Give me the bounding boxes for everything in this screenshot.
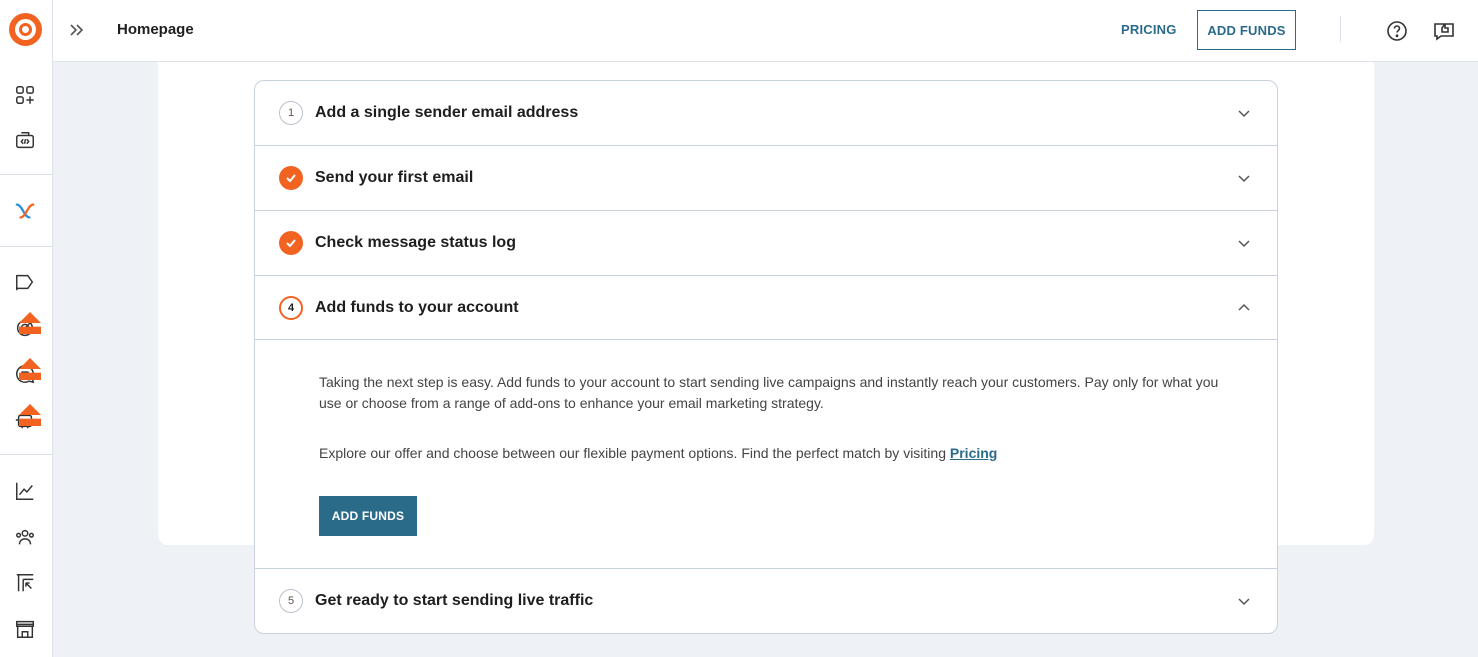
upgrade-badge-icon bbox=[19, 358, 41, 380]
help-icon[interactable] bbox=[1385, 19, 1409, 43]
step-body: Taking the next step is easy. Add funds … bbox=[255, 340, 1277, 568]
sidebar bbox=[0, 0, 53, 657]
sidebar-divider bbox=[0, 246, 53, 247]
chevron-up-icon[interactable] bbox=[1237, 301, 1251, 315]
logo-icon[interactable] bbox=[9, 13, 42, 46]
top-header: Homepage PRICING ADD FUNDS bbox=[53, 0, 1478, 62]
check-complete-icon bbox=[279, 166, 303, 190]
campaign-flag-icon[interactable] bbox=[13, 270, 37, 294]
step-title: Get ready to start sending live traffic bbox=[315, 592, 594, 609]
apps-add-icon[interactable] bbox=[13, 83, 37, 107]
page-title: Homepage bbox=[117, 21, 194, 38]
upgrade-badge-icon bbox=[19, 404, 41, 426]
step-title: Send your first email bbox=[315, 169, 474, 186]
sidebar-divider bbox=[0, 174, 53, 175]
step-number: 5 bbox=[279, 589, 303, 613]
chevron-down-icon[interactable] bbox=[1237, 171, 1251, 185]
add-funds-button[interactable]: ADD FUNDS bbox=[319, 496, 417, 536]
step-header[interactable]: Check message status log bbox=[255, 211, 1277, 275]
sidebar-divider bbox=[0, 454, 53, 455]
step-title: Check message status log bbox=[315, 234, 516, 251]
step-item-expanded: 4 Add funds to your account Taking the n… bbox=[255, 276, 1277, 569]
step-number: 4 bbox=[279, 296, 303, 320]
step-title: Add funds to your account bbox=[315, 299, 519, 316]
step-header[interactable]: 4 Add funds to your account bbox=[255, 276, 1277, 340]
step-number: 1 bbox=[279, 101, 303, 125]
chat-icon[interactable] bbox=[13, 358, 41, 386]
header-divider bbox=[1340, 16, 1341, 42]
step-item: 1 Add a single sender email address bbox=[255, 81, 1277, 146]
step-description: Taking the next step is easy. Add funds … bbox=[319, 374, 1219, 411]
onboarding-steps-accordion: 1 Add a single sender email address Send… bbox=[254, 80, 1278, 634]
pricing-link[interactable]: PRICING bbox=[1121, 22, 1177, 37]
connect-x-icon[interactable] bbox=[13, 199, 37, 223]
add-funds-header-button[interactable]: ADD FUNDS bbox=[1197, 10, 1296, 50]
chevron-down-icon[interactable] bbox=[1237, 236, 1251, 250]
step-item: 5 Get ready to start sending live traffi… bbox=[255, 569, 1277, 633]
robot-icon[interactable] bbox=[13, 404, 41, 432]
pricing-prompt-text: Explore our offer and choose between our… bbox=[319, 445, 946, 461]
analytics-chart-icon[interactable] bbox=[13, 479, 37, 503]
store-icon[interactable] bbox=[13, 617, 37, 641]
step-item: Send your first email bbox=[255, 146, 1277, 211]
api-code-icon[interactable] bbox=[13, 129, 37, 153]
step-header[interactable]: 1 Add a single sender email address bbox=[255, 81, 1277, 145]
chevron-down-icon[interactable] bbox=[1237, 594, 1251, 608]
pricing-inline-link[interactable]: Pricing bbox=[950, 445, 997, 461]
step-item: Check message status log bbox=[255, 211, 1277, 276]
step-header[interactable]: 5 Get ready to start sending live traffi… bbox=[255, 569, 1277, 633]
expand-sidebar-icon[interactable] bbox=[67, 20, 87, 40]
step-title: Add a single sender email address bbox=[315, 104, 579, 121]
step-header[interactable]: Send your first email bbox=[255, 146, 1277, 210]
upgrade-badge-icon bbox=[19, 312, 41, 334]
check-complete-icon bbox=[279, 231, 303, 255]
target-icon[interactable] bbox=[13, 312, 41, 340]
templates-icon[interactable] bbox=[13, 571, 37, 595]
step-pricing-text: Explore our offer and choose between our… bbox=[319, 445, 997, 461]
contacts-icon[interactable] bbox=[13, 525, 37, 549]
feedback-icon[interactable] bbox=[1432, 18, 1456, 42]
chevron-down-icon[interactable] bbox=[1237, 106, 1251, 120]
